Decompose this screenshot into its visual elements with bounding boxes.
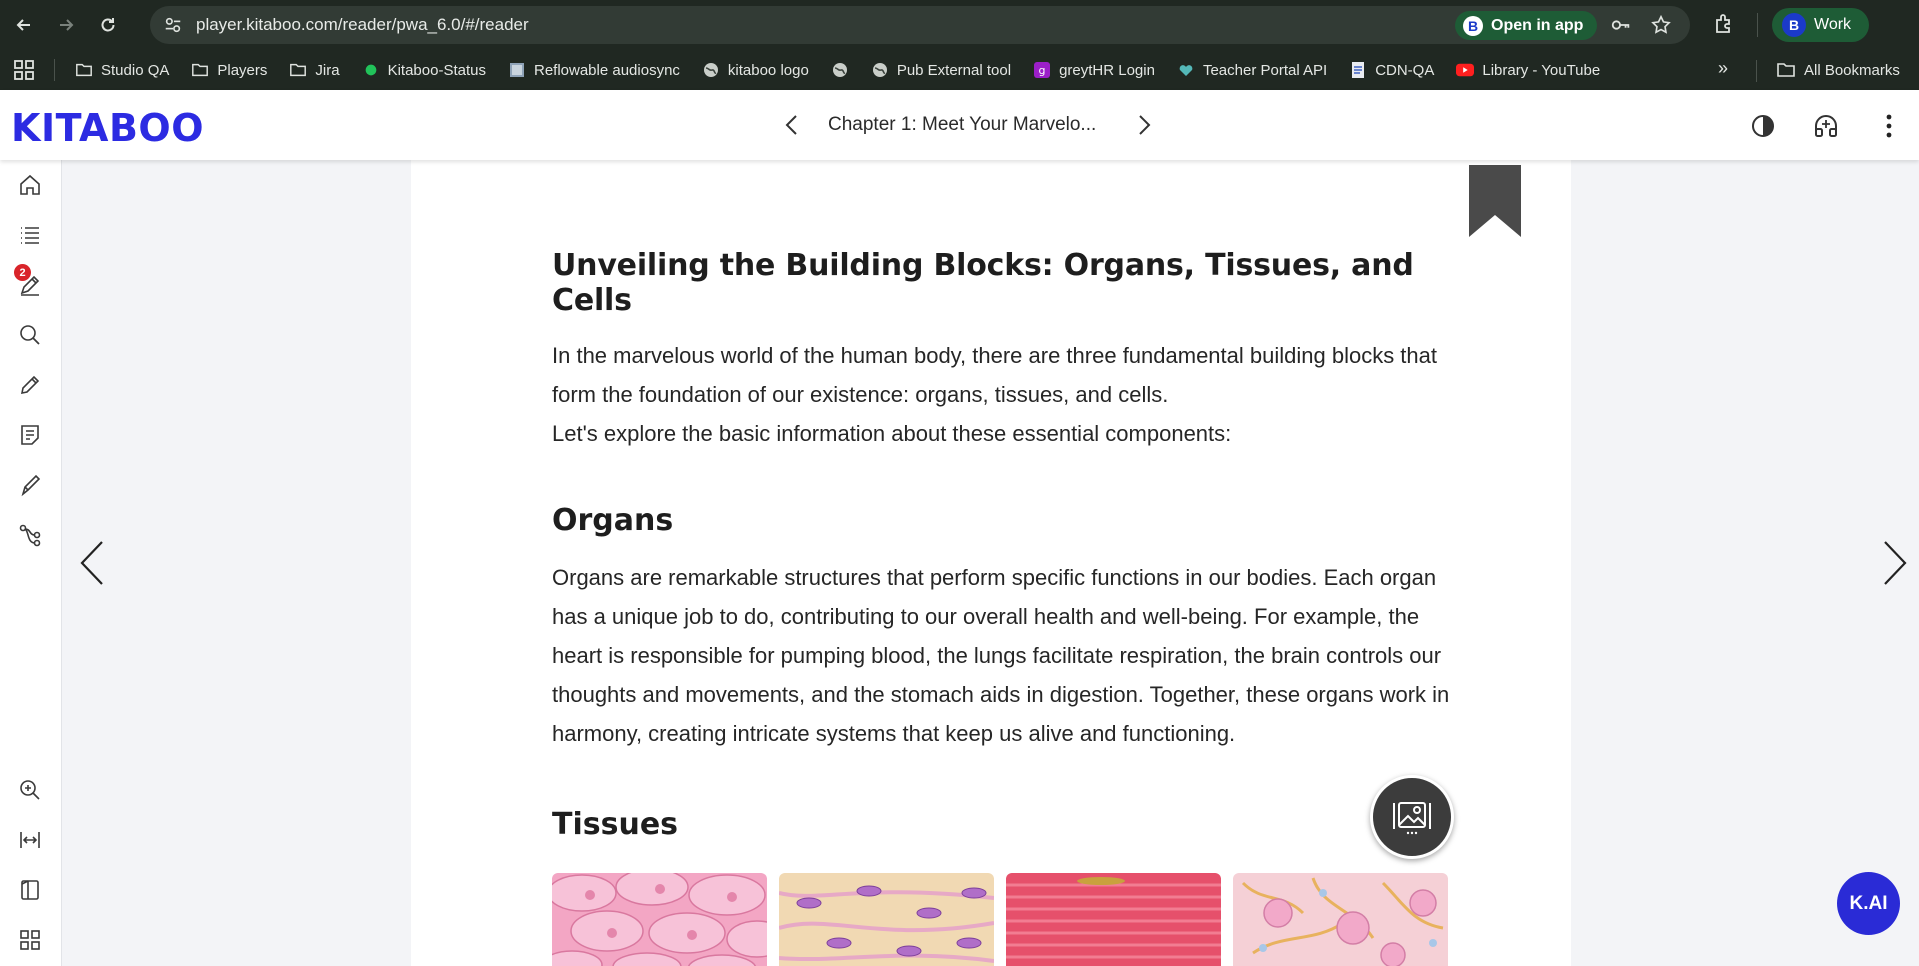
- bookmark-studio-qa[interactable]: Studio QA: [75, 61, 169, 79]
- book-view-icon[interactable]: [17, 877, 43, 903]
- kai-assistant-button[interactable]: K.AI: [1837, 872, 1900, 935]
- profile-name: Work: [1814, 16, 1852, 33]
- bookmarks-divider: [1756, 60, 1757, 82]
- chapter-prev-icon[interactable]: [780, 112, 806, 138]
- all-bookmarks-button[interactable]: All Bookmarks: [1776, 50, 1900, 90]
- zoom-in-icon[interactable]: [17, 777, 43, 803]
- youtube-icon: [1456, 61, 1475, 79]
- bookmark-ribbon-icon[interactable]: [1469, 165, 1521, 237]
- apps-grid-icon[interactable]: [12, 58, 36, 82]
- greythr-icon: g: [1033, 61, 1051, 79]
- bookmarks-divider: [54, 59, 55, 81]
- globe-icon: [702, 61, 720, 79]
- bookmark-kitaboo-status[interactable]: Kitaboo-Status: [362, 61, 486, 79]
- globe-icon: [831, 61, 849, 79]
- organs-paragraph: Organs are remarkable structures that pe…: [552, 565, 1450, 746]
- folder-icon: [1776, 61, 1796, 79]
- star-icon[interactable]: [1648, 12, 1674, 38]
- search-icon[interactable]: [17, 322, 43, 348]
- site-info-icon[interactable]: [162, 14, 184, 36]
- bookmark-kitaboo-logo[interactable]: kitaboo logo: [702, 61, 809, 79]
- all-bookmarks-label: All Bookmarks: [1804, 61, 1900, 79]
- next-page-arrow-icon[interactable]: [1879, 540, 1909, 586]
- mind-map-icon[interactable]: [17, 522, 43, 548]
- reload-icon: [101, 18, 115, 32]
- bookmark-label: Library - YouTube: [1482, 61, 1601, 79]
- intro-paragraph: In the marvelous world of the human body…: [552, 343, 1438, 407]
- chapter-title[interactable]: Chapter 1: Meet Your Marvelo...: [828, 114, 1096, 136]
- fit-width-icon[interactable]: [17, 827, 43, 853]
- bookmark-greythr-login[interactable]: g greytHR Login: [1033, 61, 1155, 79]
- chapter-next-icon[interactable]: [1130, 112, 1156, 138]
- bookmark-label: Teacher Portal API: [1202, 61, 1328, 79]
- status-dot-icon: [362, 61, 380, 79]
- folder-icon: [75, 61, 93, 79]
- tissue-image-connective[interactable]: [779, 873, 994, 966]
- folder-icon: [191, 61, 209, 79]
- bookmark-players[interactable]: Players: [191, 61, 267, 79]
- bookmark-label: Jira: [315, 61, 340, 79]
- bookmark-library-youtube[interactable]: Library - YouTube: [1456, 61, 1600, 79]
- bookmark-label: Players: [217, 61, 268, 79]
- toolbar-divider: [1757, 13, 1758, 37]
- bookmark-label: Pub External tool: [896, 61, 1012, 79]
- bookmark-label: Kitaboo-Status: [387, 61, 486, 79]
- arrow-right-icon: [60, 19, 74, 31]
- image-gallery-button[interactable]: [1370, 775, 1454, 859]
- bookmarks-bar: Studio QA Players Jira Kitaboo-Status Re…: [0, 50, 1919, 90]
- intro-paragraph-2: Let's explore the basic information abou…: [552, 421, 1232, 446]
- tissue-image-nervous[interactable]: [1233, 873, 1448, 966]
- organs-heading: Organs: [552, 503, 674, 538]
- reading-mode-icon[interactable]: [1812, 112, 1840, 140]
- heart-icon: [1177, 61, 1195, 79]
- tissue-image-muscle[interactable]: [1006, 873, 1221, 966]
- bookmark-cdn-qa[interactable]: CDN-QA: [1349, 61, 1434, 79]
- bookmark-label: kitaboo logo: [727, 61, 809, 79]
- reader-header: KITABOO Chapter 1: Meet Your Marvelo...: [0, 90, 1919, 160]
- profile-button[interactable]: B Work: [1772, 8, 1870, 42]
- previous-page-arrow-icon[interactable]: [78, 540, 108, 586]
- kitaboo-logo: KITABOO: [11, 106, 205, 150]
- bookmark-reflowable-audiosync[interactable]: Reflowable audiosync: [508, 61, 680, 79]
- app-logo-icon: B: [1463, 15, 1483, 36]
- notification-badge: 2: [14, 264, 31, 281]
- tissue-image-epithelial[interactable]: [552, 873, 767, 966]
- arrow-left-icon: [16, 19, 30, 31]
- sticky-note-icon[interactable]: [17, 422, 43, 448]
- table-of-contents-icon[interactable]: [17, 222, 43, 248]
- thumbnails-grid-icon[interactable]: [17, 927, 43, 953]
- bookmark-label: CDN-QA: [1375, 61, 1435, 79]
- bookmark-label: greytHR Login: [1059, 61, 1155, 79]
- password-key-icon[interactable]: [1608, 12, 1634, 38]
- doc-icon: [1349, 61, 1367, 79]
- bookmark-pub-external-tool[interactable]: Pub External tool: [871, 61, 1011, 79]
- globe-icon: [871, 61, 889, 79]
- page-heading: Unveiling the Building Blocks: Organs, T…: [552, 248, 1414, 318]
- image-gallery-icon: [1393, 802, 1431, 835]
- bookmark-jira[interactable]: Jira: [289, 61, 340, 79]
- bookmark-globe[interactable]: [831, 61, 857, 79]
- more-vertical-icon[interactable]: [1875, 112, 1903, 140]
- profile-avatar: B: [1782, 13, 1806, 37]
- tissues-heading: Tissues: [552, 807, 679, 842]
- more-bookmarks-button[interactable]: »: [1718, 58, 1728, 79]
- bookmark-label: Reflowable audiosync: [533, 61, 680, 79]
- reload-button[interactable]: [90, 7, 126, 43]
- pen-icon[interactable]: [17, 372, 43, 398]
- extensions-icon[interactable]: [1712, 12, 1738, 38]
- open-in-app-label: Open in app: [1491, 16, 1584, 34]
- bookmark-teacher-portal-api[interactable]: Teacher Portal API: [1177, 61, 1327, 79]
- folder-icon: [289, 61, 307, 79]
- bookmark-label: Studio QA: [101, 61, 170, 79]
- contrast-icon[interactable]: [1749, 112, 1777, 140]
- forward-button[interactable]: [48, 7, 84, 43]
- page-content: Unveiling the Building Blocks: Organs, T…: [552, 248, 1452, 842]
- url-text[interactable]: player.kitaboo.com/reader/pwa_6.0/#/read…: [196, 15, 529, 35]
- svg-text:g: g: [1039, 64, 1046, 77]
- image-icon: [508, 61, 526, 79]
- highlighter-icon[interactable]: [17, 472, 43, 498]
- open-in-app-button[interactable]: B Open in app: [1455, 11, 1598, 40]
- back-button[interactable]: [6, 7, 42, 43]
- home-icon[interactable]: [17, 172, 43, 198]
